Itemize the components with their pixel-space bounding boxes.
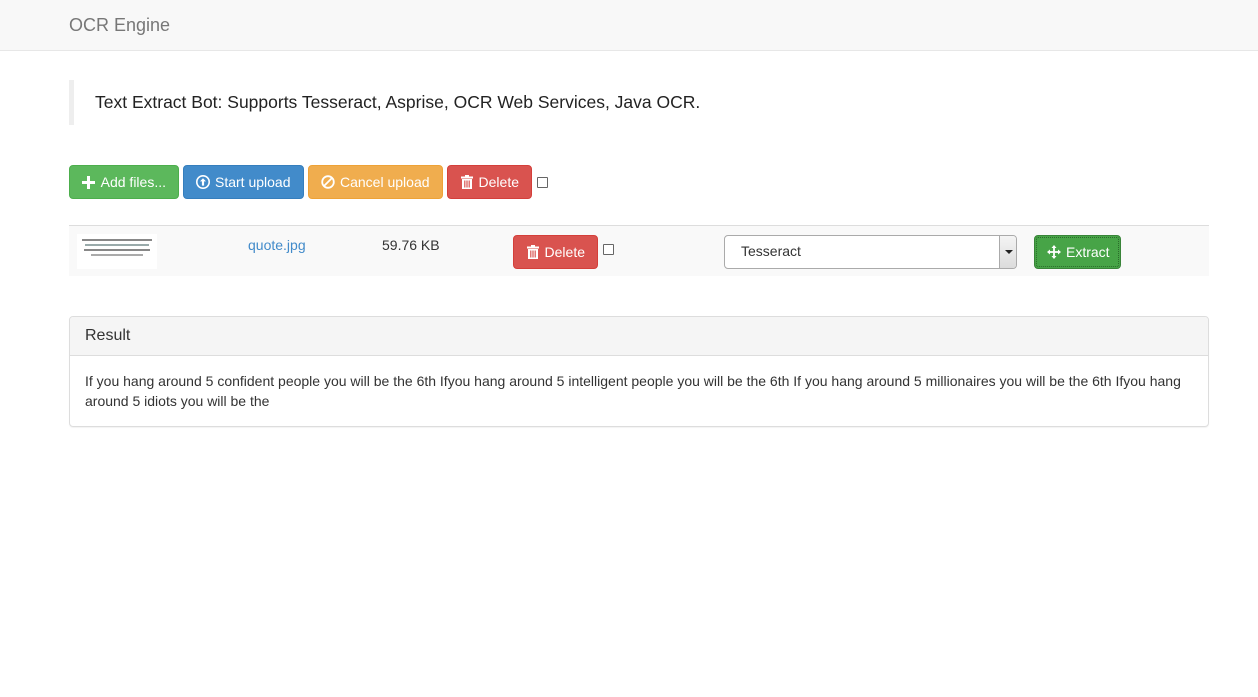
cancel-upload-button[interactable]: Cancel upload <box>308 165 443 199</box>
start-upload-button[interactable]: Start upload <box>183 165 304 199</box>
ocr-engine-select[interactable]: Tesseract <box>724 235 1017 269</box>
circle-arrow-up-icon <box>196 175 210 189</box>
delete-file-label: Delete <box>544 244 585 260</box>
ban-icon <box>321 175 335 189</box>
file-name-link[interactable]: quote.jpg <box>248 237 306 253</box>
extract-button[interactable]: Extract <box>1034 235 1121 269</box>
add-files-label: Add files... <box>100 174 166 190</box>
move-arrows-icon <box>1047 245 1061 259</box>
trash-icon <box>526 245 540 259</box>
cancel-upload-label: Cancel upload <box>340 174 430 190</box>
file-select-checkbox[interactable] <box>603 244 614 255</box>
brand-link[interactable]: OCR Engine <box>69 15 170 36</box>
ocr-engine-selected: Tesseract <box>741 243 801 259</box>
extract-label: Extract <box>1066 244 1110 260</box>
file-row: quote.jpg 59.76 KB Delete Tesseract Extr… <box>69 225 1209 276</box>
result-panel: Result If you hang around 5 confident pe… <box>69 316 1209 427</box>
file-thumbnail <box>77 234 157 269</box>
add-files-button[interactable]: Add files... <box>69 165 179 199</box>
select-all-checkbox[interactable] <box>537 177 548 188</box>
intro-blockquote: Text Extract Bot: Supports Tesseract, As… <box>69 80 1209 125</box>
file-size: 59.76 KB <box>382 237 440 253</box>
delete-file-button[interactable]: Delete <box>513 235 598 269</box>
chevron-down-icon[interactable] <box>999 236 1016 268</box>
trash-icon <box>460 175 474 189</box>
delete-all-label: Delete <box>478 174 519 190</box>
result-text: If you hang around 5 confident people yo… <box>85 373 1181 409</box>
result-heading: Result <box>70 317 1208 356</box>
plus-icon <box>82 175 96 189</box>
navbar: OCR Engine <box>0 0 1258 51</box>
intro-text: Text Extract Bot: Supports Tesseract, As… <box>95 92 701 112</box>
delete-all-button[interactable]: Delete <box>447 165 532 199</box>
start-upload-label: Start upload <box>215 174 291 190</box>
